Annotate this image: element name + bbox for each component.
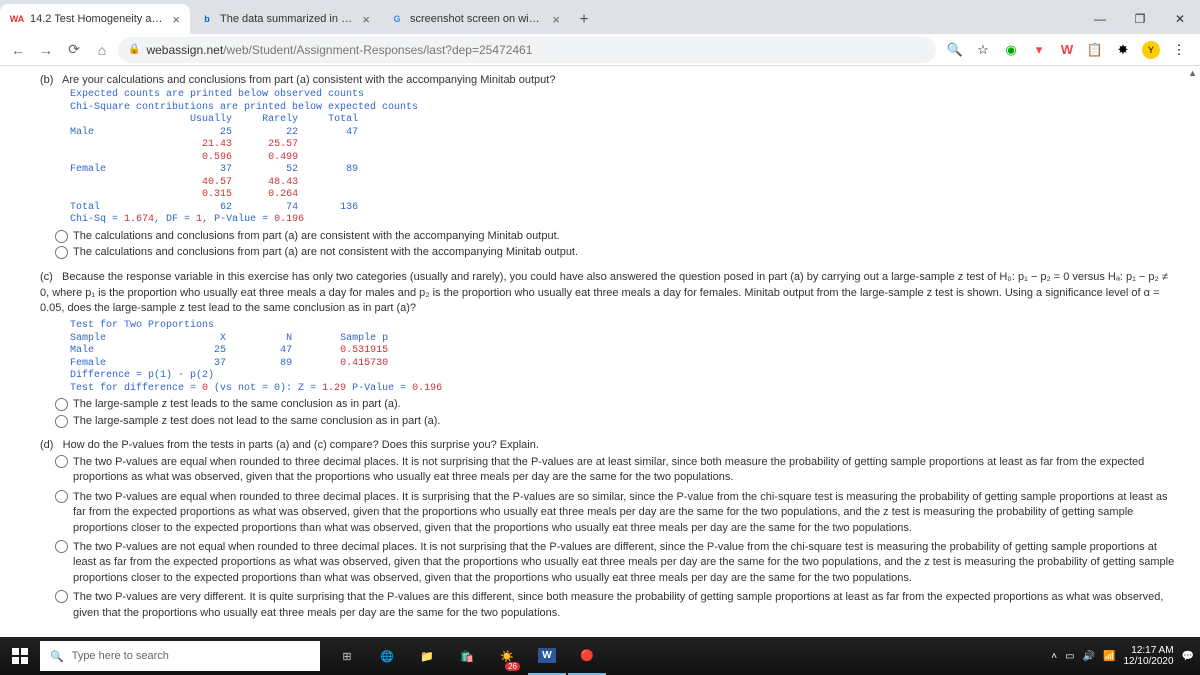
part-c-option-1[interactable]: The large-sample z test leads to the sam… bbox=[55, 397, 1180, 412]
part-d-option-3[interactable]: The two P-values are not equal when roun… bbox=[55, 540, 1180, 586]
edge-icon: 🌐 bbox=[380, 650, 394, 663]
taskbar-weather[interactable]: ☀️26 bbox=[488, 637, 526, 675]
minimize-button[interactable]: — bbox=[1080, 4, 1120, 34]
radio-input[interactable] bbox=[55, 230, 68, 243]
folder-icon: 📁 bbox=[420, 650, 434, 663]
ext-pocket-icon[interactable]: ▾ bbox=[1030, 41, 1048, 59]
notifications-icon[interactable]: 💬 bbox=[1182, 651, 1194, 662]
browser-toolbar: ← → ⟳ ⌂ 🔒 webassign.net/web/Student/Assi… bbox=[0, 34, 1200, 66]
home-button[interactable]: ⌂ bbox=[90, 38, 114, 62]
page-content: ▲ (b) Are your calculations and conclusi… bbox=[0, 66, 1200, 631]
store-icon: 🛍️ bbox=[460, 650, 474, 663]
part-c-intro-text: Because the response variable in this ex… bbox=[40, 271, 1168, 314]
clock-time: 12:17 AM bbox=[1123, 645, 1173, 657]
search-icon[interactable]: 🔍 bbox=[946, 41, 964, 59]
forward-button[interactable]: → bbox=[34, 38, 58, 62]
part-b-option-2[interactable]: The calculations and conclusions from pa… bbox=[55, 245, 1180, 260]
ext-w-icon[interactable]: W bbox=[1058, 41, 1076, 59]
browser-tab-strip: WA 14.2 Test Homogeneity and Indp × b Th… bbox=[0, 0, 1200, 34]
windows-logo-icon bbox=[12, 648, 28, 664]
part-b-option-1[interactable]: The calculations and conclusions from pa… bbox=[55, 229, 1180, 244]
taskbar-search[interactable]: 🔍 Type here to search bbox=[40, 641, 320, 671]
radio-input[interactable] bbox=[55, 540, 68, 553]
part-b-question: Are your calculations and conclusions fr… bbox=[62, 74, 555, 86]
scrollbar-up-icon[interactable]: ▲ bbox=[1188, 68, 1197, 78]
back-button[interactable]: ← bbox=[6, 38, 30, 62]
browser-tab-active[interactable]: WA 14.2 Test Homogeneity and Indp × bbox=[0, 4, 190, 34]
part-d-question: How do the P-values from the tests in pa… bbox=[63, 439, 539, 451]
part-d-option-2[interactable]: The two P-values are equal when rounded … bbox=[55, 490, 1180, 536]
windows-taskbar: 🔍 Type here to search ⊞ 🌐 📁 🛍️ ☀️26 W 🔴 … bbox=[0, 637, 1200, 675]
tray-battery-icon[interactable]: ▭ bbox=[1065, 651, 1074, 662]
favicon-b: b bbox=[200, 12, 214, 26]
start-button[interactable] bbox=[0, 637, 40, 675]
part-c-option-2[interactable]: The large-sample z test does not lead to… bbox=[55, 414, 1180, 429]
taskbar-apps: ⊞ 🌐 📁 🛍️ ☀️26 W 🔴 bbox=[328, 637, 606, 675]
browser-tab[interactable]: G screenshot screen on windows - × bbox=[380, 4, 570, 34]
toolbar-extensions: 🔍 ☆ ◉ ▾ W 📋 ✸ Y ⋮ bbox=[940, 41, 1194, 59]
taskbar-clock[interactable]: 12:17 AM 12/10/2020 bbox=[1123, 645, 1173, 668]
part-d-option-4[interactable]: The two P-values are very different. It … bbox=[55, 590, 1180, 621]
part-b-label: (b) bbox=[40, 74, 53, 86]
tab-title: screenshot screen on windows - bbox=[410, 13, 544, 25]
radio-input[interactable] bbox=[55, 398, 68, 411]
chrome-icon: 🔴 bbox=[580, 649, 594, 662]
taskbar-edge[interactable]: 🌐 bbox=[368, 637, 406, 675]
new-tab-button[interactable]: + bbox=[570, 6, 598, 34]
task-view-button[interactable]: ⊞ bbox=[328, 637, 366, 675]
radio-input[interactable] bbox=[55, 415, 68, 428]
taskbar-word[interactable]: W bbox=[528, 637, 566, 675]
profile-icon[interactable]: Y bbox=[1142, 41, 1160, 59]
part-d-option-1[interactable]: The two P-values are equal when rounded … bbox=[55, 455, 1180, 486]
address-bar[interactable]: 🔒 webassign.net/web/Student/Assignment-R… bbox=[118, 37, 936, 63]
word-icon: W bbox=[538, 648, 555, 663]
minitab-output-c: Test for Two Proportions Sample X N Samp… bbox=[70, 320, 1180, 395]
close-icon[interactable]: × bbox=[172, 12, 180, 27]
browser-tab[interactable]: b The data summarized in the acco × bbox=[190, 4, 380, 34]
taskbar-explorer[interactable]: 📁 bbox=[408, 637, 446, 675]
tray-wifi-icon[interactable]: 📶 bbox=[1103, 651, 1115, 662]
tab-title: 14.2 Test Homogeneity and Indp bbox=[30, 13, 164, 25]
search-placeholder: Type here to search bbox=[72, 650, 169, 662]
star-icon[interactable]: ☆ bbox=[974, 41, 992, 59]
close-icon[interactable]: × bbox=[552, 12, 560, 27]
search-icon: 🔍 bbox=[50, 650, 64, 663]
tab-title: The data summarized in the acco bbox=[220, 13, 354, 25]
task-view-icon: ⊞ bbox=[342, 650, 351, 663]
system-tray: ˄ ▭ 🔊 📶 12:17 AM 12/10/2020 💬 bbox=[1051, 645, 1200, 668]
radio-input[interactable] bbox=[55, 490, 68, 503]
tray-volume-icon[interactable]: 🔊 bbox=[1083, 651, 1095, 662]
reload-button[interactable]: ⟳ bbox=[62, 38, 86, 62]
part-d-label: (d) bbox=[40, 439, 53, 451]
url-path: /web/Student/Assignment-Responses/last?d… bbox=[223, 43, 532, 57]
maximize-button[interactable]: ❐ bbox=[1120, 4, 1160, 34]
tray-chevron-icon[interactable]: ˄ bbox=[1051, 651, 1057, 662]
taskbar-chrome[interactable]: 🔴 bbox=[568, 637, 606, 675]
close-icon[interactable]: × bbox=[362, 12, 370, 27]
lock-icon: 🔒 bbox=[128, 44, 140, 55]
radio-input[interactable] bbox=[55, 455, 68, 468]
weather-icon: ☀️ bbox=[500, 650, 514, 663]
clock-date: 12/10/2020 bbox=[1123, 656, 1173, 668]
minitab-output-b: Expected counts are printed below observ… bbox=[70, 89, 1180, 227]
radio-input[interactable] bbox=[55, 246, 68, 259]
url-domain: webassign.net bbox=[146, 43, 223, 57]
extensions-icon[interactable]: ✸ bbox=[1114, 41, 1132, 59]
close-window-button[interactable]: ✕ bbox=[1160, 4, 1200, 34]
favicon-wa: WA bbox=[10, 12, 24, 26]
taskbar-store[interactable]: 🛍️ bbox=[448, 637, 486, 675]
window-controls: — ❐ ✕ bbox=[1080, 4, 1200, 34]
ext-notes-icon[interactable]: 📋 bbox=[1086, 41, 1104, 59]
part-c-label: (c) bbox=[40, 271, 53, 283]
ext-grammarly-icon[interactable]: ◉ bbox=[1002, 41, 1020, 59]
radio-input[interactable] bbox=[55, 590, 68, 603]
menu-icon[interactable]: ⋮ bbox=[1170, 41, 1188, 59]
weather-badge: 26 bbox=[505, 662, 520, 671]
favicon-g: G bbox=[390, 12, 404, 26]
